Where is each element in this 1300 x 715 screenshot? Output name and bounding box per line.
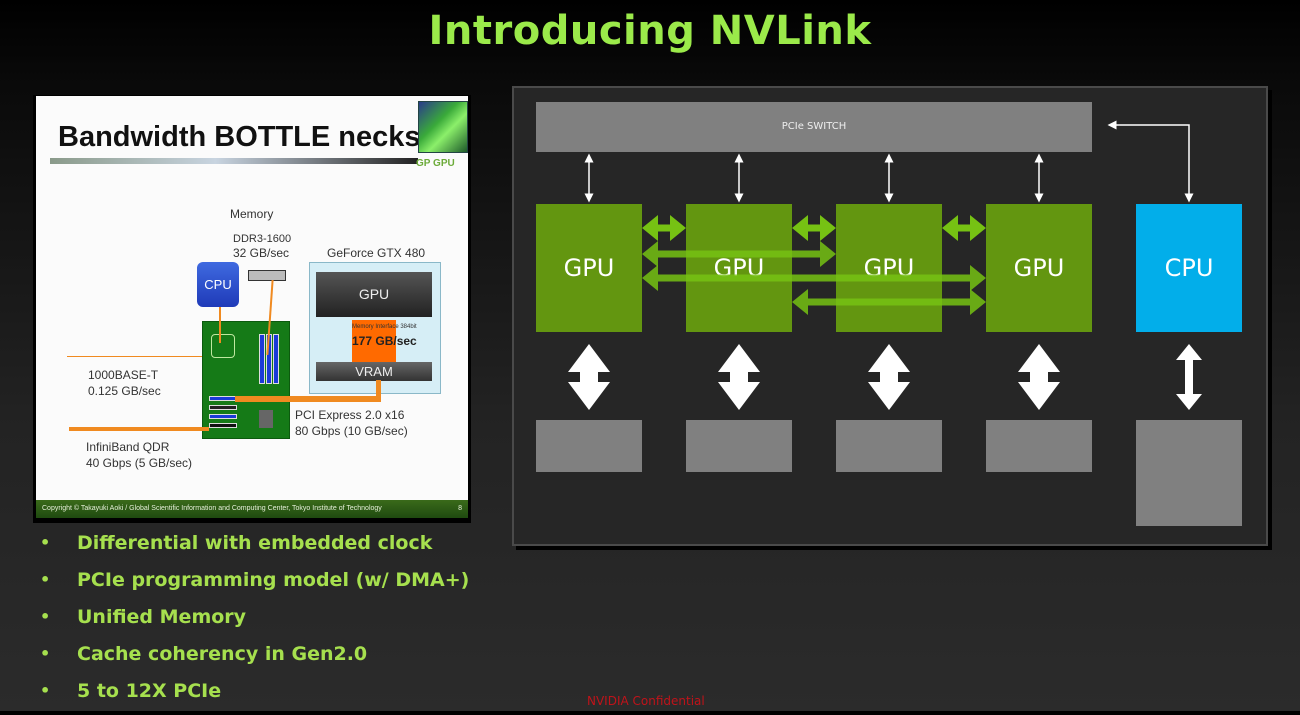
gpgpu-cube-logo-icon — [418, 101, 468, 153]
gpu-memory-arrow-4 — [1018, 344, 1060, 410]
gpu-node-3: GPU — [836, 204, 942, 332]
bullet-item: • 5 to 12X PCIe — [40, 680, 222, 702]
embedded-slide-image: Bandwidth BOTTLE necks GP GPU Memory DDR… — [33, 95, 471, 523]
pcie-switch: PCIe SWITCH — [536, 102, 1092, 152]
bullet-item: • Cache coherency in Gen2.0 — [40, 643, 368, 665]
memory-stick — [248, 270, 286, 281]
gpu-memory-arrow-1 — [568, 344, 610, 410]
embedded-page-number: 8 — [458, 505, 462, 512]
memory-bandwidth: 32 GB/sec — [233, 246, 290, 260]
ethernet-wire — [67, 356, 202, 357]
pcie-wire — [235, 396, 381, 402]
pcie-wire-riser — [376, 380, 381, 400]
nvlink-topology-diagram: PCIe SWITCH GPU GPU GPU GPU CPU — [512, 86, 1268, 546]
bullet-item: • PCIe programming model (w/ DMA+) — [40, 569, 470, 591]
infiniband-bandwidth: 40 Gbps (5 GB/sec) — [86, 456, 193, 470]
gpu-node-2: GPU — [686, 204, 792, 332]
cpu-memory — [1136, 420, 1242, 526]
ethernet-name: 1000BASE-T — [88, 368, 159, 382]
gpu-node-1: GPU — [536, 204, 642, 332]
gpu-memory-3 — [836, 420, 942, 472]
embedded-slide-title: Bandwidth BOTTLE necks — [58, 121, 421, 153]
memory-type: DDR3-1600 — [233, 233, 292, 245]
bullet-icon: • — [40, 570, 51, 589]
gpu-memory-2 — [686, 420, 792, 472]
pcie-bandwidth: 80 Gbps (10 GB/sec) — [295, 424, 408, 438]
cpu-chip: CPU — [197, 262, 239, 307]
gpu-memory-4 — [986, 420, 1092, 472]
pcie-link-cpu — [1107, 120, 1194, 203]
confidential-label: NVIDIA Confidential — [587, 694, 705, 708]
gpu-node-4: GPU — [986, 204, 1092, 332]
gpu-card-title: GeForce GTX 480 — [327, 246, 426, 260]
memory-label: Memory — [230, 207, 274, 221]
ethernet-bandwidth: 0.125 GB/sec — [88, 384, 161, 398]
cpu-memory-arrow — [1176, 344, 1202, 410]
embedded-slide-footer: Copyright © Takayuki Aoki / Global Scien… — [36, 500, 468, 518]
infiniband-name: InfiniBand QDR — [86, 440, 170, 454]
nvlink-arrow-2-3 — [792, 215, 836, 241]
bullet-icon: • — [40, 607, 51, 626]
gpgpu-logo-label: GP GPU — [416, 158, 455, 169]
cpu-node: CPU — [1136, 204, 1242, 332]
bullet-item: • Differential with embedded clock — [40, 532, 433, 554]
title-rule — [50, 158, 418, 164]
gtx-gpu-block: GPU — [316, 272, 432, 317]
memory-interface-label: Memory Interface 384bit — [352, 324, 417, 330]
copyright-text: Copyright © Takayuki Aoki / Global Scien… — [42, 505, 382, 512]
bullet-item: • Unified Memory — [40, 606, 247, 628]
gpu-memory-1 — [536, 420, 642, 472]
gpu-memory-arrow-3 — [868, 344, 910, 410]
motherboard — [202, 321, 290, 439]
bullet-icon: • — [40, 533, 51, 552]
bullet-icon: • — [40, 681, 51, 700]
bullet-icon: • — [40, 644, 51, 663]
infiniband-wire — [69, 427, 209, 431]
nvlink-arrow-3-4 — [942, 215, 986, 241]
feature-bullet-list: • Differential with embedded clock • PCIe … — [40, 530, 469, 715]
memory-arrow-group — [568, 344, 1202, 410]
cpu-wire — [219, 307, 221, 343]
gpu-memory-arrow-2 — [718, 344, 760, 410]
pcie-name: PCI Express 2.0 x16 — [295, 408, 405, 422]
slide-title: Introducing NVLink — [428, 8, 872, 54]
vram-block: VRAM — [316, 362, 432, 381]
gpu-memory-bandwidth: 177 GB/sec — [352, 334, 417, 348]
nvlink-arrow-1-2 — [642, 215, 686, 241]
